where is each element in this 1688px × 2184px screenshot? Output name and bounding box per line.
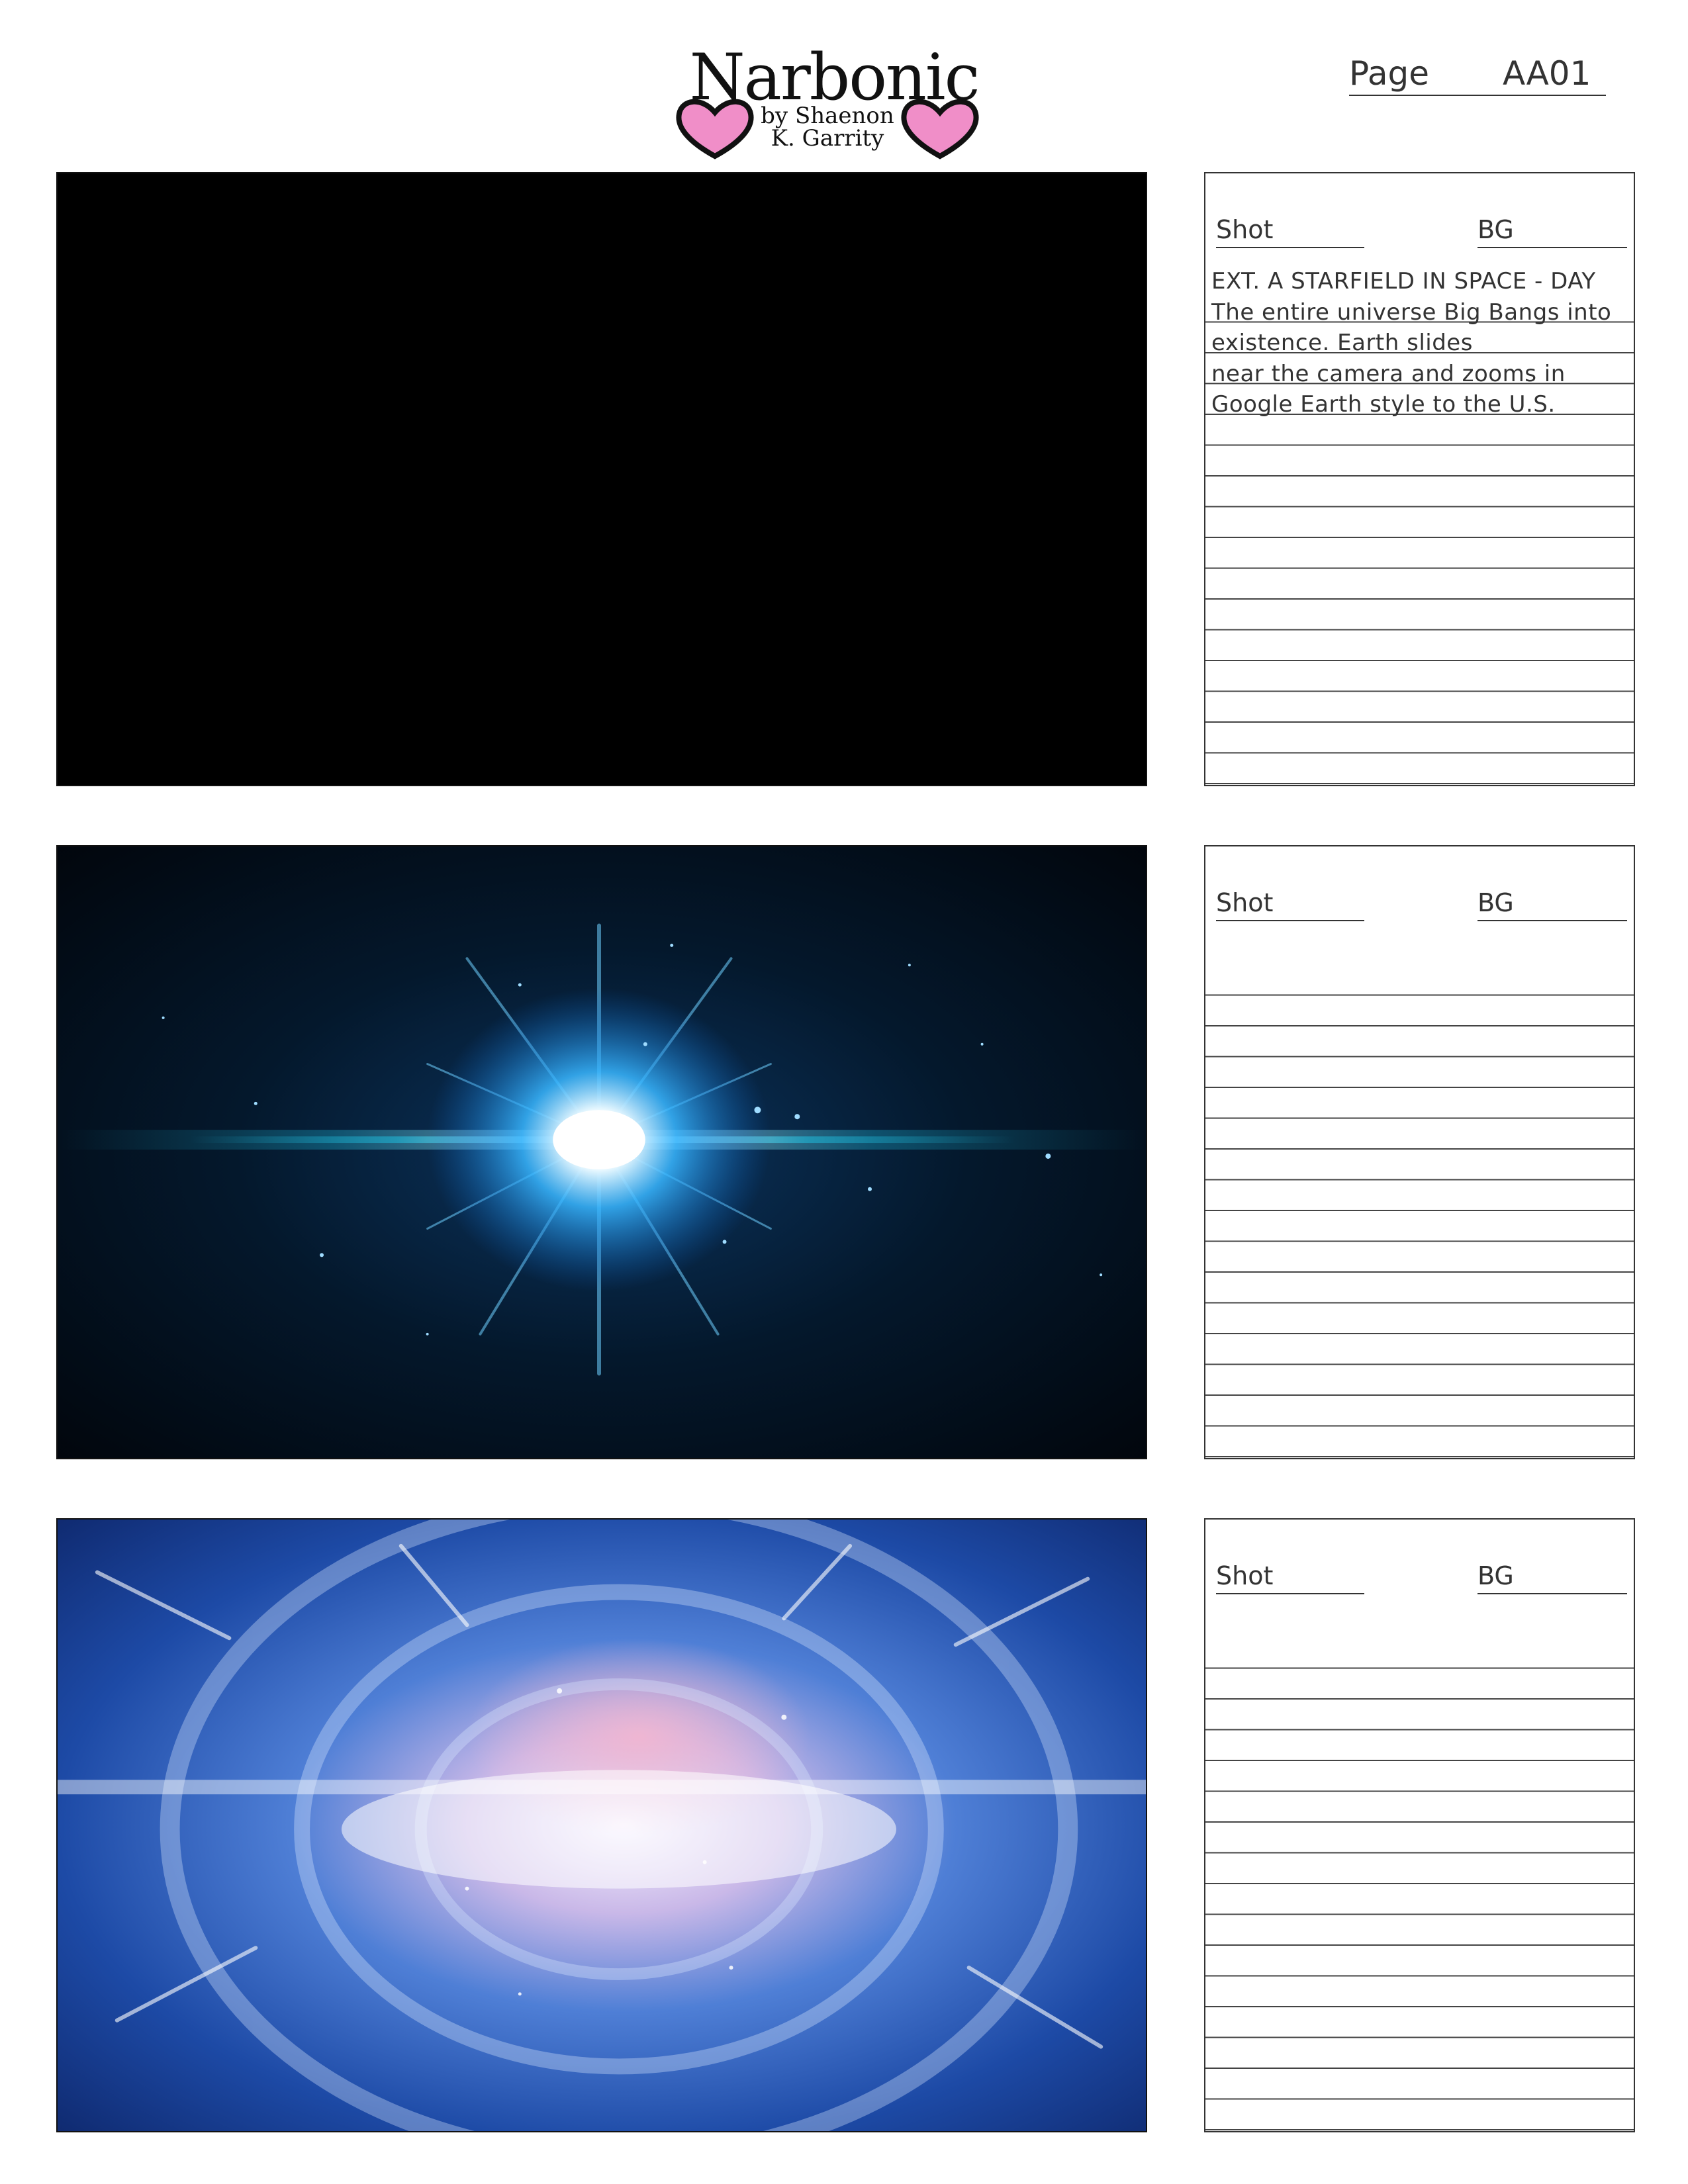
shot-label: Shot	[1216, 215, 1274, 244]
big-bang-starburst-image	[58, 846, 1146, 1458]
page-label: Page	[1349, 54, 1430, 93]
scene-heading: EXT. A STARFIELD IN SPACE - DAY	[1211, 268, 1596, 295]
warp-tunnel-image	[58, 1520, 1146, 2131]
narbonic-logo: Narbonic by Shaenon K. Garrity	[675, 41, 980, 159]
shot-field[interactable]	[1216, 920, 1364, 921]
shot-field[interactable]	[1216, 247, 1364, 248]
notes-box-3: Shot BG	[1204, 1518, 1635, 2132]
bg-field[interactable]	[1477, 1593, 1627, 1594]
page-number: AA01	[1503, 54, 1591, 93]
shot-label: Shot	[1216, 888, 1274, 917]
ruled-lines	[1205, 1638, 1634, 2131]
shot-label: Shot	[1216, 1561, 1274, 1590]
storyboard-frame-2	[56, 845, 1147, 1459]
scene-description-line: existence. Earth slides	[1211, 330, 1473, 356]
logo-byline: by Shaenon K. Garrity	[748, 105, 907, 150]
page-number-underline	[1349, 95, 1606, 96]
bg-field[interactable]	[1477, 247, 1627, 248]
shot-field[interactable]	[1216, 1593, 1364, 1594]
logo-byline-line-1: by Shaenon	[761, 103, 894, 129]
bg-label: BG	[1477, 888, 1514, 917]
bg-field[interactable]	[1477, 920, 1627, 921]
notes-box-2: Shot BG	[1204, 845, 1635, 1459]
ruled-lines	[1205, 965, 1634, 1458]
scene-description-line: near the camera and zooms in	[1211, 360, 1566, 387]
logo-byline-line-2: K. Garrity	[771, 125, 884, 152]
scene-description-line: Google Earth style to the U.S.	[1211, 391, 1556, 418]
storyboard-frame-3	[56, 1518, 1147, 2132]
notes-box-1: Shot BG EXT. A STARFIELD IN SPACE - DAY …	[1204, 172, 1635, 786]
scene-notes: EXT. A STARFIELD IN SPACE - DAY The enti…	[1211, 266, 1634, 420]
bg-label: BG	[1477, 1561, 1514, 1590]
storyboard-frame-1	[56, 172, 1147, 786]
scene-description-line: The entire universe Big Bangs into	[1211, 298, 1612, 326]
bg-label: BG	[1477, 215, 1514, 244]
